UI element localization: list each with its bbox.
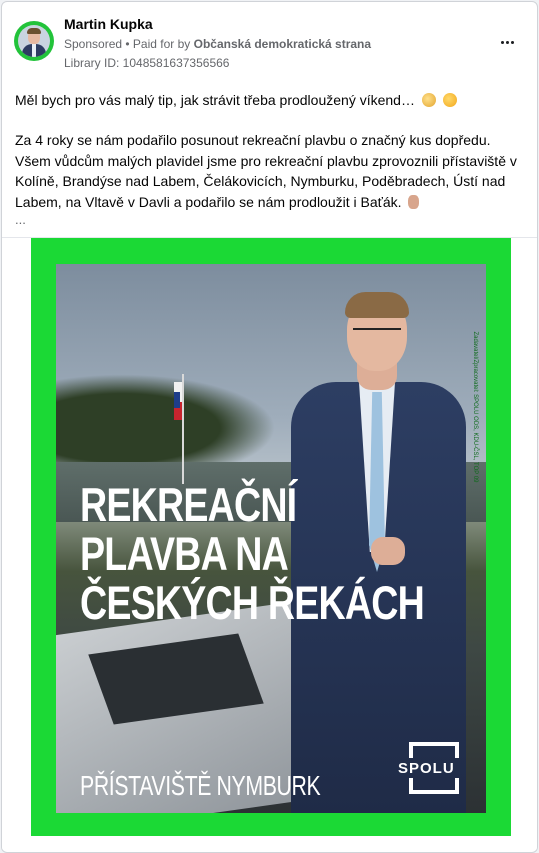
see-more-ellipsis[interactable]: ...: [15, 212, 26, 227]
disclaimer-text: Zadavatel/Zpracovatel: SPOLU ODS, KDU-ČS…: [472, 331, 478, 483]
sponsor-line: Sponsored • Paid for by Občanská demokra…: [64, 37, 371, 51]
payer-name[interactable]: Občanská demokratická strana: [194, 37, 371, 51]
winking-face-emoji-icon: [442, 93, 457, 107]
hugging-face-emoji-icon: [421, 93, 436, 107]
post-text-body: Za 4 roky se nám podařilo posunout rekre…: [15, 132, 517, 210]
ad-subline: PŘÍSTAVIŠTĚ NYMBURK: [80, 770, 321, 801]
thumbs-up-emoji-icon: [408, 194, 420, 209]
post-text-line1: Měl bych pro vás malý tip, jak strávit t…: [15, 90, 525, 111]
sponsored-label: Sponsored: [64, 37, 123, 51]
post-text-paragraph: Za 4 roky se nám podařilo posunout rekre…: [15, 130, 525, 212]
vertical-disclaimer: Zadavatel/Zpracovatel: SPOLU ODS, KDU-ČS…: [469, 264, 481, 554]
spolu-logo-text: SPOLU: [398, 760, 455, 777]
avatar-photo: [18, 25, 50, 57]
trees: [56, 374, 276, 464]
ad-photo: REKREAČNÍ PLAVBA NA ČESKÝCH ŘEKÁCH PŘÍST…: [56, 264, 486, 813]
flagpole: [182, 374, 184, 484]
ad-headline: REKREAČNÍ PLAVBA NA ČESKÝCH ŘEKÁCH: [80, 478, 425, 629]
author-name[interactable]: Martin Kupka: [64, 16, 153, 32]
spolu-logo: SPOLU: [398, 742, 459, 794]
headline-line2: PLAVBA NA: [80, 527, 289, 580]
headline-line3: ČESKÝCH ŘEKÁCH: [80, 576, 425, 629]
library-id: Library ID: 1048581637356566: [64, 56, 230, 70]
post-text-intro: Měl bych pro vás malý tip, jak strávit t…: [15, 92, 415, 108]
paid-for-label: • Paid for by: [125, 37, 191, 51]
ad-image-frame[interactable]: REKREAČNÍ PLAVBA NA ČESKÝCH ŘEKÁCH PŘÍST…: [31, 238, 511, 836]
czech-flag-icon: [174, 392, 180, 408]
author-avatar[interactable]: [14, 21, 54, 61]
headline-line1: REKREAČNÍ: [80, 478, 297, 531]
ad-post-card: Martin Kupka Sponsored • Paid for by Obč…: [1, 1, 538, 853]
more-options-icon[interactable]: [496, 32, 520, 52]
